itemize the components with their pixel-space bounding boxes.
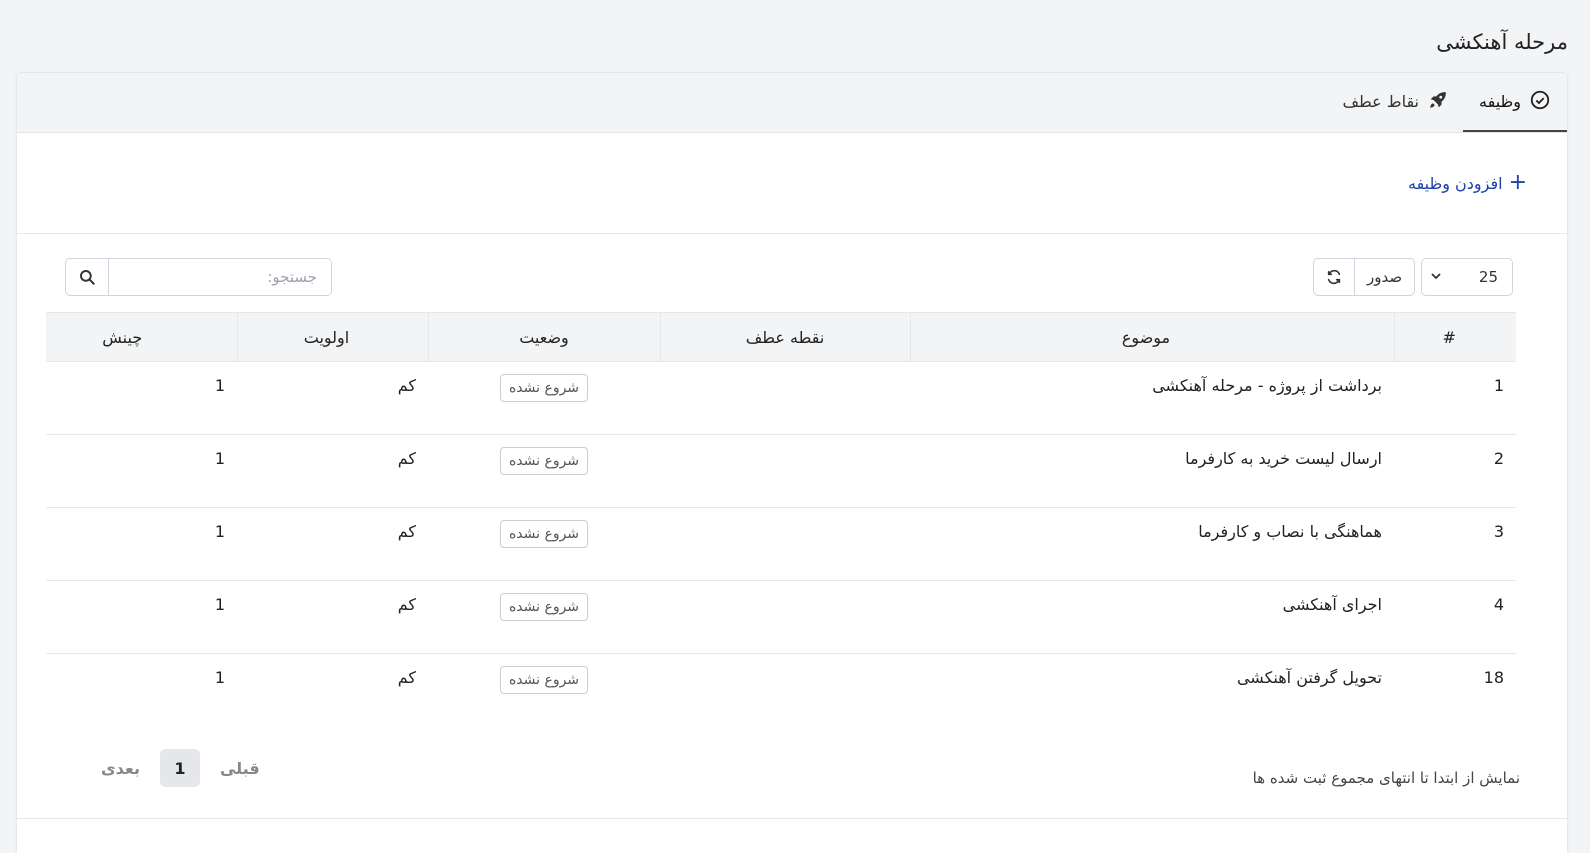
tab-bar: وظیفه نقاط عطف <box>17 73 1567 133</box>
table-row: 4 اجرای آهنکشی شروع نشده کم 1 <box>46 580 1516 654</box>
cell-milestone <box>660 434 910 508</box>
page-length-value: 25 <box>1478 268 1498 286</box>
prev-page-button[interactable]: قبلی <box>214 751 266 786</box>
cell-num: 3 <box>1394 507 1516 581</box>
tab-milestones-label: نقاط عطف <box>1342 92 1419 111</box>
tab-tasks-label: وظیفه <box>1479 92 1521 111</box>
page-title: مرحله آهنکشی <box>1436 30 1568 54</box>
cell-status: شروع نشده <box>428 361 660 435</box>
pagination: قبلی 1 بعدی <box>95 749 266 787</box>
chevron-down-icon <box>1430 268 1442 286</box>
header-priority[interactable]: اولویت <box>236 312 428 362</box>
header-status[interactable]: وضعیت <box>427 312 660 362</box>
table-button-group: صدور <box>1313 258 1415 296</box>
tab-milestones[interactable]: نقاط عطف <box>1328 73 1463 132</box>
cell-num: 18 <box>1483 668 1504 687</box>
cell-num: 4 <box>1394 580 1516 654</box>
tab-tasks[interactable]: وظیفه <box>1463 73 1567 132</box>
cell-subject[interactable]: اجرای آهنکشی <box>910 580 1394 654</box>
header-num[interactable]: # <box>1393 312 1516 362</box>
table-row: 2 ارسال لیست خرید به کارفرما شروع نشده ک… <box>46 434 1516 508</box>
cell-sort: 1 <box>46 580 237 654</box>
cell-sort: 1 <box>46 361 237 435</box>
cell-num: 2 <box>1394 434 1516 508</box>
cell-sort: 1 <box>46 507 237 581</box>
cell-milestone <box>660 507 910 581</box>
refresh-icon <box>1327 269 1341 285</box>
cell-status: شروع نشده <box>428 434 660 508</box>
cell-priority: کم <box>237 361 428 435</box>
header-sort[interactable]: چینش <box>46 312 237 362</box>
header-subject[interactable]: موضوع <box>909 312 1394 362</box>
table-toolbar: 25 صدور <box>17 234 1567 312</box>
cell-priority: کم <box>237 434 428 508</box>
refresh-button[interactable] <box>1314 259 1354 295</box>
table-row: 18 تحویل گرفتن آهنکشی شروع نشده کم 1 <box>46 654 1516 727</box>
add-task-row: + افزودن وظیفه <box>17 133 1567 234</box>
cell-priority: کم <box>237 580 428 654</box>
status-badge[interactable]: شروع نشده <box>499 374 589 402</box>
cell-status: شروع نشده <box>428 654 660 727</box>
rocket-icon <box>1427 89 1449 115</box>
next-page-button[interactable]: بعدی <box>95 751 146 786</box>
cell-milestone <box>660 580 910 654</box>
cell-sort: 1 <box>214 668 225 687</box>
table-info: نمایش از ابتدا تا انتهای مجموع ثبت شده ه… <box>1252 769 1520 787</box>
cell-status: شروع نشده <box>428 580 660 654</box>
status-badge[interactable]: شروع نشده <box>499 447 589 475</box>
cell-status: شروع نشده <box>428 507 660 581</box>
cell-milestone <box>660 654 910 727</box>
task-card: وظیفه نقاط عطف + افزودن وظیفه 25 صدور جس… <box>16 72 1568 853</box>
plus-icon: + <box>1508 170 1527 195</box>
header-milestone[interactable]: نقطه عطف <box>659 312 910 362</box>
cell-subject[interactable]: تحویل گرفتن آهنکشی <box>910 654 1394 727</box>
table-footer: نمایش از ابتدا تا انتهای مجموع ثبت شده ه… <box>17 749 1567 819</box>
cell-subject[interactable]: هماهنگی با نصاب و کارفرما <box>910 507 1394 581</box>
cell-subject[interactable]: برداشت از پروژه - مرحله آهنکشی <box>910 361 1394 435</box>
search-input[interactable] <box>109 259 331 295</box>
status-badge[interactable]: شروع نشده <box>499 520 589 548</box>
add-task-label: افزودن وظیفه <box>1407 173 1503 193</box>
table-header-row: # موضوع نقطه عطف وضعیت اولویت چینش <box>46 312 1516 362</box>
tasks-table: # موضوع نقطه عطف وضعیت اولویت چینش 1 برد… <box>46 312 1516 727</box>
check-circle-icon <box>1529 89 1551 115</box>
cell-priority: کم <box>397 668 416 687</box>
table-row: 1 برداشت از پروژه - مرحله آهنکشی شروع نش… <box>46 361 1516 435</box>
search-button[interactable] <box>66 259 109 295</box>
search-box <box>65 258 332 296</box>
cell-sort: 1 <box>46 434 237 508</box>
page-1-button[interactable]: 1 <box>159 749 200 787</box>
add-task-button[interactable]: + افزودن وظیفه <box>1408 172 1527 194</box>
page-length-select[interactable]: 25 <box>1421 258 1513 296</box>
status-badge[interactable]: شروع نشده <box>499 666 589 694</box>
cell-priority: کم <box>237 507 428 581</box>
table-row: 3 هماهنگی با نصاب و کارفرما شروع نشده کم… <box>46 507 1516 581</box>
export-button[interactable]: صدور <box>1354 259 1414 295</box>
cell-milestone <box>660 361 910 435</box>
search-icon <box>80 270 95 285</box>
cell-subject[interactable]: ارسال لیست خرید به کارفرما <box>910 434 1394 508</box>
status-badge[interactable]: شروع نشده <box>499 593 589 621</box>
cell-num: 1 <box>1394 361 1516 435</box>
